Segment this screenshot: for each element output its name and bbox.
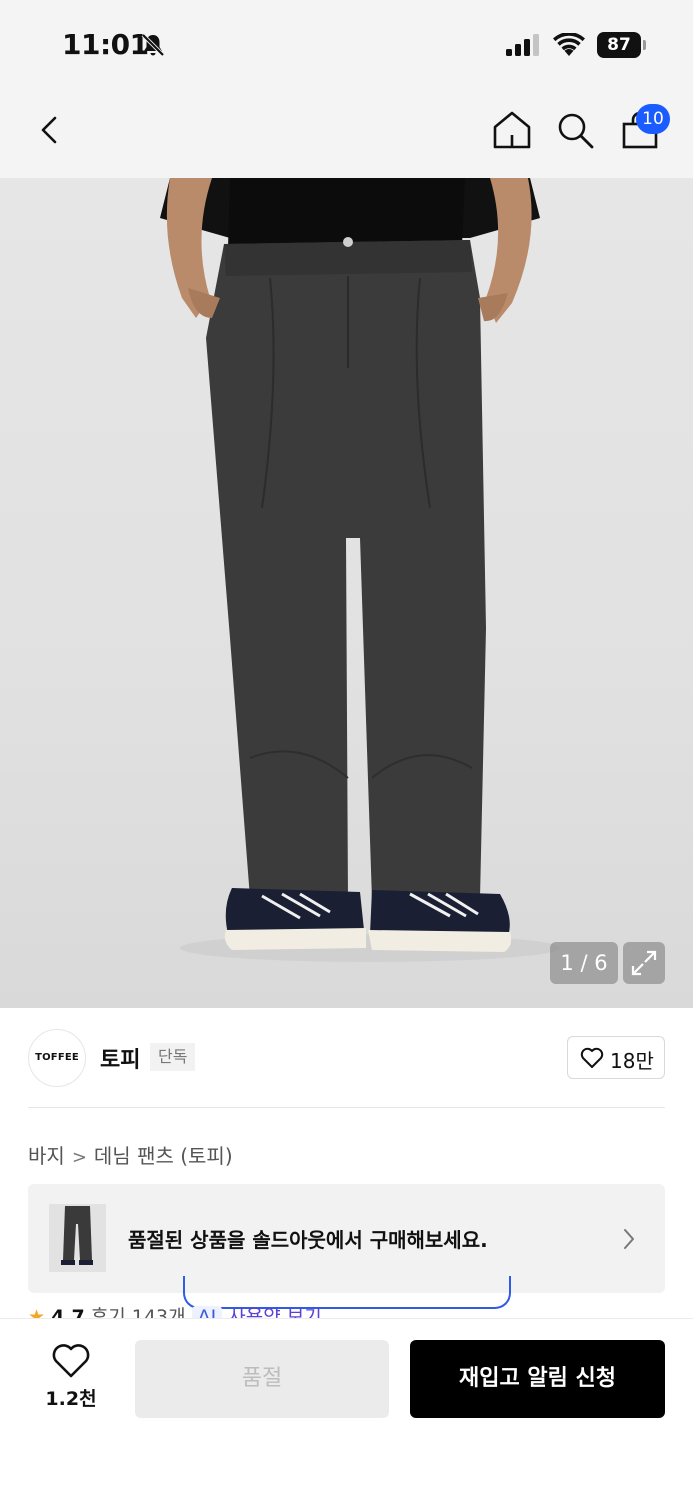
restock-alert-button[interactable]: 재입고 알림 신청 [410, 1340, 665, 1418]
breadcrumb-category[interactable]: 바지 [28, 1144, 65, 1168]
search-icon[interactable] [553, 108, 597, 152]
star-icon: ★ [28, 1306, 46, 1318]
brand-like-button[interactable]: 18만 [567, 1036, 665, 1079]
divider [28, 1107, 665, 1108]
cellular-signal-icon [506, 34, 539, 56]
review-rating: 4.7 [51, 1306, 85, 1318]
product-image[interactable] [0, 178, 693, 1008]
brand-logo[interactable]: TOFFEE [28, 1029, 86, 1087]
breadcrumb: 바지 > 데님 팬츠 (토피) [28, 1140, 233, 1169]
expand-icon [631, 950, 657, 976]
status-bar: 11:01 87 [0, 0, 693, 90]
expand-image-button[interactable] [623, 942, 665, 984]
heart-outline-icon [580, 1047, 604, 1068]
brand-name[interactable]: 토피 [100, 1042, 140, 1074]
status-time: 11:01 [62, 28, 149, 61]
heart-outline-icon[interactable] [51, 1343, 91, 1379]
wishlist-count: 1.2천 [45, 1388, 97, 1410]
ai-badge: AI [191, 1306, 223, 1318]
breadcrumb-subcategory[interactable]: 데님 팬츠 (토피) [94, 1144, 233, 1168]
back-arrow-icon[interactable] [28, 108, 72, 152]
image-counter: 1 / 6 [550, 942, 618, 984]
bell-slash-icon [141, 33, 165, 57]
banner-thumbnail [49, 1204, 106, 1272]
exclusive-badge: 단독 [150, 1043, 196, 1071]
brand-like-count: 18만 [610, 1049, 654, 1073]
ai-summary-link[interactable]: 사용약 보기 [228, 1306, 321, 1318]
wifi-icon [553, 33, 585, 56]
battery-level: 87 [597, 32, 641, 58]
soldout-banner-text: 품절된 상품을 솔드아웃에서 구매해보세요. [128, 1228, 488, 1252]
top-nav-bar [0, 90, 693, 178]
review-count: 후기 143개 [90, 1306, 186, 1318]
review-summary-row[interactable]: ★ 4.7 후기 143개 AI 사용약 보기 [28, 1300, 668, 1318]
battery-icon: 87 [597, 32, 647, 58]
product-photo [160, 178, 560, 962]
chevron-right-icon [624, 1229, 634, 1249]
chevron-right-icon: > [71, 1147, 87, 1168]
cart-count-badge: 10 [636, 104, 670, 134]
home-icon[interactable] [490, 108, 534, 152]
soldout-button: 품절 [135, 1340, 389, 1418]
